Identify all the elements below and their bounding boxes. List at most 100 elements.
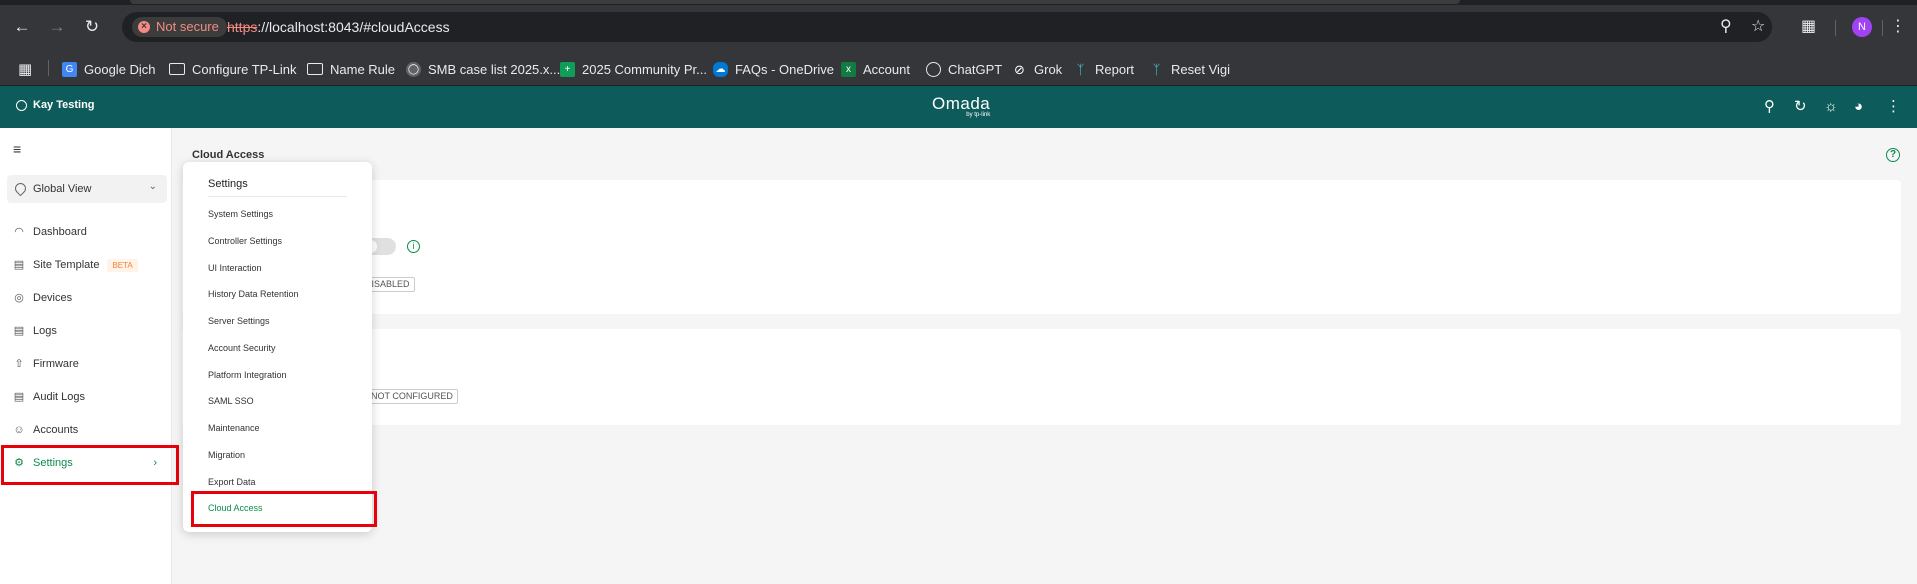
menu-item-system-settings[interactable]: System Settings (208, 209, 273, 219)
user-avatar[interactable]: ◕ (1854, 97, 1863, 117)
sidebar-item-accounts[interactable]: ☺ Accounts (13, 420, 163, 440)
chatgpt-icon (926, 61, 941, 77)
sidebar-item-label: Site Template (33, 259, 100, 271)
dashboard-icon: ◠ (14, 226, 24, 238)
menu-item-ui-interaction[interactable]: UI Interaction (208, 263, 262, 273)
sidebar-item-label: Logs (33, 325, 57, 337)
help-icon[interactable]: ? (1886, 148, 1900, 162)
bookmark-grok[interactable]: ⊘ Grok (1012, 59, 1062, 79)
bookmark-chatgpt[interactable]: ChatGPT (926, 59, 1002, 79)
bookmark-faqs-onedrive[interactable]: ☁ FAQs - OneDrive (713, 59, 834, 79)
status-badge-not-configured: NOT CONFIGURED (366, 389, 458, 404)
chevron-down-icon: ⌄ (148, 181, 157, 192)
sidebar-item-dashboard[interactable]: ◠ Dashboard (13, 222, 163, 242)
bookmark-label: Reset Vigi (1171, 61, 1231, 77)
menu-item-saml-sso[interactable]: SAML SSO (208, 396, 254, 406)
sidebar-item-label: Dashboard (33, 226, 87, 238)
bookmark-reset-vigi[interactable]: ᛉ Reset Vigi (1149, 59, 1230, 79)
bookmark-label: 2025 Community Pr... (582, 61, 707, 77)
firmware-upload-icon: ⇧ (14, 358, 24, 370)
not-secure-label: Not secure (156, 19, 219, 34)
scope-label: Global View (33, 183, 92, 195)
bookmark-google-dich[interactable]: G Google Dịch (62, 59, 156, 79)
page-title: Cloud Access (192, 149, 265, 161)
globe-icon: ◯ (406, 61, 421, 77)
folder-icon (307, 63, 323, 75)
bookmarks-separator (48, 60, 49, 76)
warning-icon: × (138, 21, 150, 33)
url-text[interactable]: https://localhost:8043/#cloudAccess (227, 19, 450, 35)
tp-link-icon: ᛉ (1149, 61, 1164, 77)
url-scheme: https (227, 19, 258, 35)
bookmark-label: SMB case list 2025.x... (428, 61, 561, 77)
highlight-box-cloud-access (191, 491, 377, 527)
sidebar-item-label: Devices (33, 292, 73, 304)
cloud-config-card (182, 329, 1901, 425)
template-icon: ▤ (13, 259, 25, 271)
audit-logs-icon: ▤ (13, 391, 25, 403)
sidebar-item-audit-logs[interactable]: ▤ Audit Logs (13, 387, 163, 407)
sidebar-item-label: Accounts (33, 424, 79, 436)
menu-item-platform-integration[interactable]: Platform Integration (208, 370, 287, 380)
info-icon[interactable]: i (407, 240, 420, 253)
bookmark-report[interactable]: ᛉ Report (1073, 59, 1134, 79)
user-icon: ☺ (13, 424, 25, 436)
menu-item-export-data[interactable]: Export Data (208, 477, 256, 487)
more-menu-icon[interactable]: ⋮ (1886, 97, 1901, 117)
apps-grid-icon[interactable]: ▦ (18, 59, 32, 79)
sidebar-item-logs[interactable]: ▤ Logs (13, 321, 163, 341)
grok-icon: ⊘ (1012, 61, 1027, 77)
theme-sun-icon[interactable]: ☼ (1824, 97, 1838, 117)
forward-icon[interactable]: → (45, 15, 69, 39)
bookmark-configure-tp-link[interactable]: Configure TP-Link (169, 59, 297, 79)
active-tab[interactable] (130, 0, 1460, 4)
profile-avatar[interactable]: N (1852, 17, 1872, 37)
bookmark-smb-case-list[interactable]: ◯ SMB case list 2025.x... (406, 59, 560, 79)
menu-item-server-settings[interactable]: Server Settings (208, 316, 270, 326)
bookmark-label: Report (1095, 61, 1135, 77)
bookmark-name-rule[interactable]: Name Rule (307, 59, 395, 79)
menu-item-maintenance[interactable]: Maintenance (208, 423, 260, 433)
bookmark-label: ChatGPT (948, 61, 1003, 77)
back-icon[interactable]: ← (10, 15, 34, 39)
search-icon[interactable]: ⚲ (1764, 97, 1775, 117)
toolbar-separator (1835, 20, 1836, 36)
url-path: ://localhost:8043/#cloudAccess (257, 19, 450, 35)
bookmark-2025-community[interactable]: +2025 Community Pr... (560, 59, 707, 79)
bookmark-account[interactable]: x Account (841, 59, 910, 79)
bookmarks-bar: ▦ G Google Dịch Configure TP-Link Name Ru… (0, 50, 1917, 86)
menu-item-controller-settings[interactable]: Controller Settings (208, 236, 282, 246)
sidebar-item-site-template[interactable]: ▤ Site Template BETA (13, 255, 163, 275)
browser-menu-icon[interactable]: ⋮ (1890, 16, 1906, 38)
bookmark-label: Grok (1034, 61, 1063, 77)
extensions-icon[interactable]: ▦ (1801, 16, 1816, 38)
beta-badge: BETA (107, 258, 138, 272)
settings-dropdown-menu: Settings System Settings Controller Sett… (183, 162, 372, 532)
sidebar-item-firmware[interactable]: ⇧ Firmware (13, 354, 163, 374)
address-bar[interactable]: × Not secure https://localhost:8043/#clou… (122, 12, 1772, 42)
folder-icon (169, 63, 185, 75)
sidebar-item-devices[interactable]: ◎ Devices (13, 288, 163, 308)
menu-item-history-data-retention[interactable]: History Data Retention (208, 289, 299, 299)
menu-item-account-security[interactable]: Account Security (208, 343, 276, 353)
reload-icon[interactable]: ↻ (80, 15, 104, 39)
bookmark-label: FAQs - OneDrive (735, 61, 834, 77)
zoom-icon[interactable]: ⚲ (1720, 16, 1732, 38)
toolbar-separator (1882, 20, 1883, 36)
excel-icon: x (841, 61, 856, 77)
bookmark-star-icon[interactable]: ☆ (1751, 16, 1765, 38)
refresh-icon[interactable]: ↻ (1794, 97, 1807, 117)
bookmark-label: Google Dịch (84, 61, 156, 77)
menu-divider (208, 196, 347, 197)
logs-icon: ▤ (13, 325, 25, 337)
site-selector[interactable]: Kay Testing (16, 99, 95, 111)
tp-link-icon: ᛉ (1073, 61, 1088, 77)
not-secure-chip[interactable]: × Not secure (132, 17, 227, 37)
global-view-selector[interactable]: Global View ⌄ (7, 175, 167, 203)
menu-title: Settings (208, 178, 248, 190)
onedrive-icon: ☁ (713, 61, 728, 77)
collapse-sidebar-icon[interactable]: ≡ (13, 141, 21, 157)
menu-item-migration[interactable]: Migration (208, 450, 245, 460)
browser-toolbar: ← → ↻ × Not secure https://localhost:8043… (0, 5, 1917, 50)
bookmark-label: Account (863, 61, 910, 77)
